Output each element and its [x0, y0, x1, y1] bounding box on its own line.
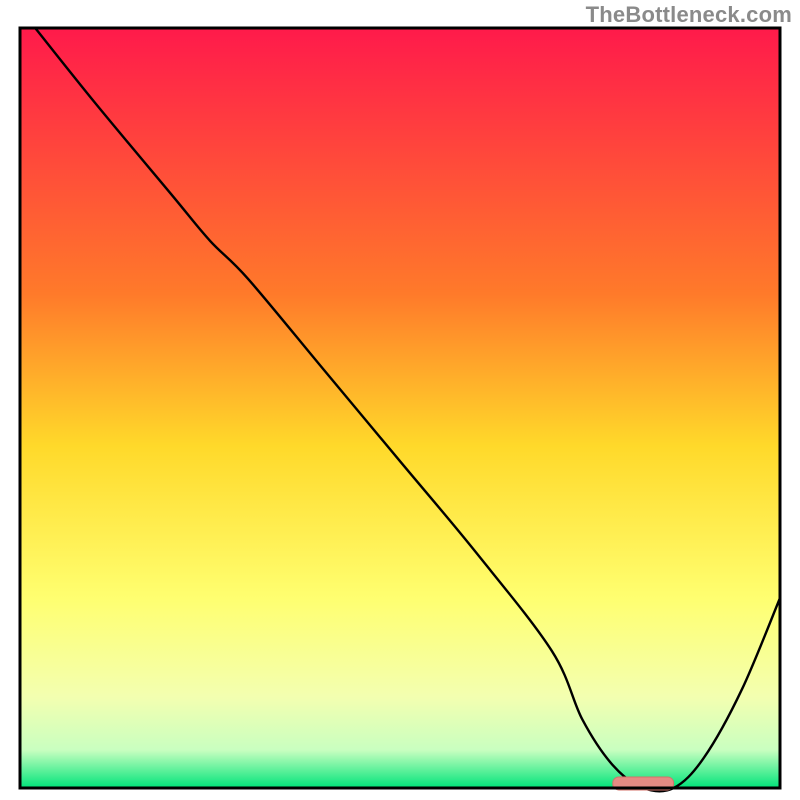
- watermark-text: TheBottleneck.com: [586, 2, 792, 28]
- plot-background: [20, 28, 780, 788]
- chart-svg: [0, 0, 800, 800]
- chart-canvas: { "watermark": "TheBottleneck.com", "col…: [0, 0, 800, 800]
